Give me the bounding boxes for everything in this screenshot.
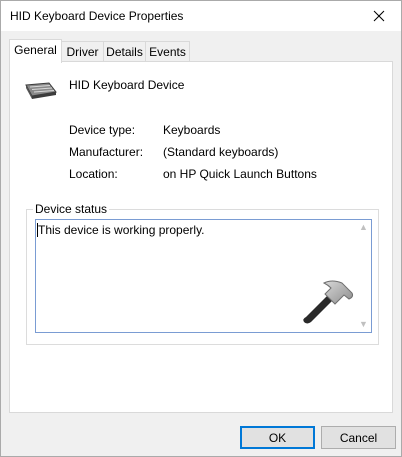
properties-dialog: HID Keyboard Device Properties General D… bbox=[0, 0, 402, 457]
window-title: HID Keyboard Device Properties bbox=[10, 9, 184, 23]
general-tab-panel: HID Keyboard Device Device type: Keyboar… bbox=[9, 61, 393, 413]
close-button[interactable] bbox=[357, 1, 401, 31]
keyboard-icon bbox=[25, 82, 57, 99]
tab-details-label: Details bbox=[106, 45, 143, 59]
device-name: HID Keyboard Device bbox=[69, 78, 185, 92]
scroll-up-icon[interactable]: ▲ bbox=[359, 222, 368, 232]
device-status-text: This device is working properly. bbox=[38, 223, 205, 237]
device-status-group: Device status This device is working pro… bbox=[26, 202, 379, 345]
tab-general-label: General bbox=[14, 43, 57, 57]
manufacturer-label: Manufacturer: bbox=[69, 145, 144, 159]
tab-driver[interactable]: Driver bbox=[61, 41, 104, 62]
tab-details[interactable]: Details bbox=[103, 41, 146, 62]
location-label: Location: bbox=[69, 167, 118, 181]
device-status-legend: Device status bbox=[33, 202, 110, 216]
manufacturer-value: (Standard keyboards) bbox=[163, 145, 279, 159]
device-type-value: Keyboards bbox=[163, 123, 221, 137]
status-scrollbar[interactable]: ▲ ▼ bbox=[355, 220, 371, 332]
title-bar[interactable]: HID Keyboard Device Properties bbox=[1, 1, 401, 31]
scroll-down-icon[interactable]: ▼ bbox=[359, 319, 368, 329]
tab-events-label: Events bbox=[149, 45, 186, 59]
location-value: on HP Quick Launch Buttons bbox=[163, 167, 317, 181]
cancel-button[interactable]: Cancel bbox=[321, 426, 396, 449]
device-status-textbox[interactable]: This device is working properly. ▲ ▼ bbox=[35, 219, 372, 333]
tab-driver-label: Driver bbox=[66, 45, 99, 59]
tab-general[interactable]: General bbox=[9, 39, 62, 63]
device-type-label: Device type: bbox=[69, 123, 136, 137]
hammer-watermark-icon bbox=[303, 280, 354, 324]
tab-events[interactable]: Events bbox=[145, 41, 190, 62]
close-icon bbox=[373, 10, 385, 22]
ok-button[interactable]: OK bbox=[240, 426, 315, 449]
